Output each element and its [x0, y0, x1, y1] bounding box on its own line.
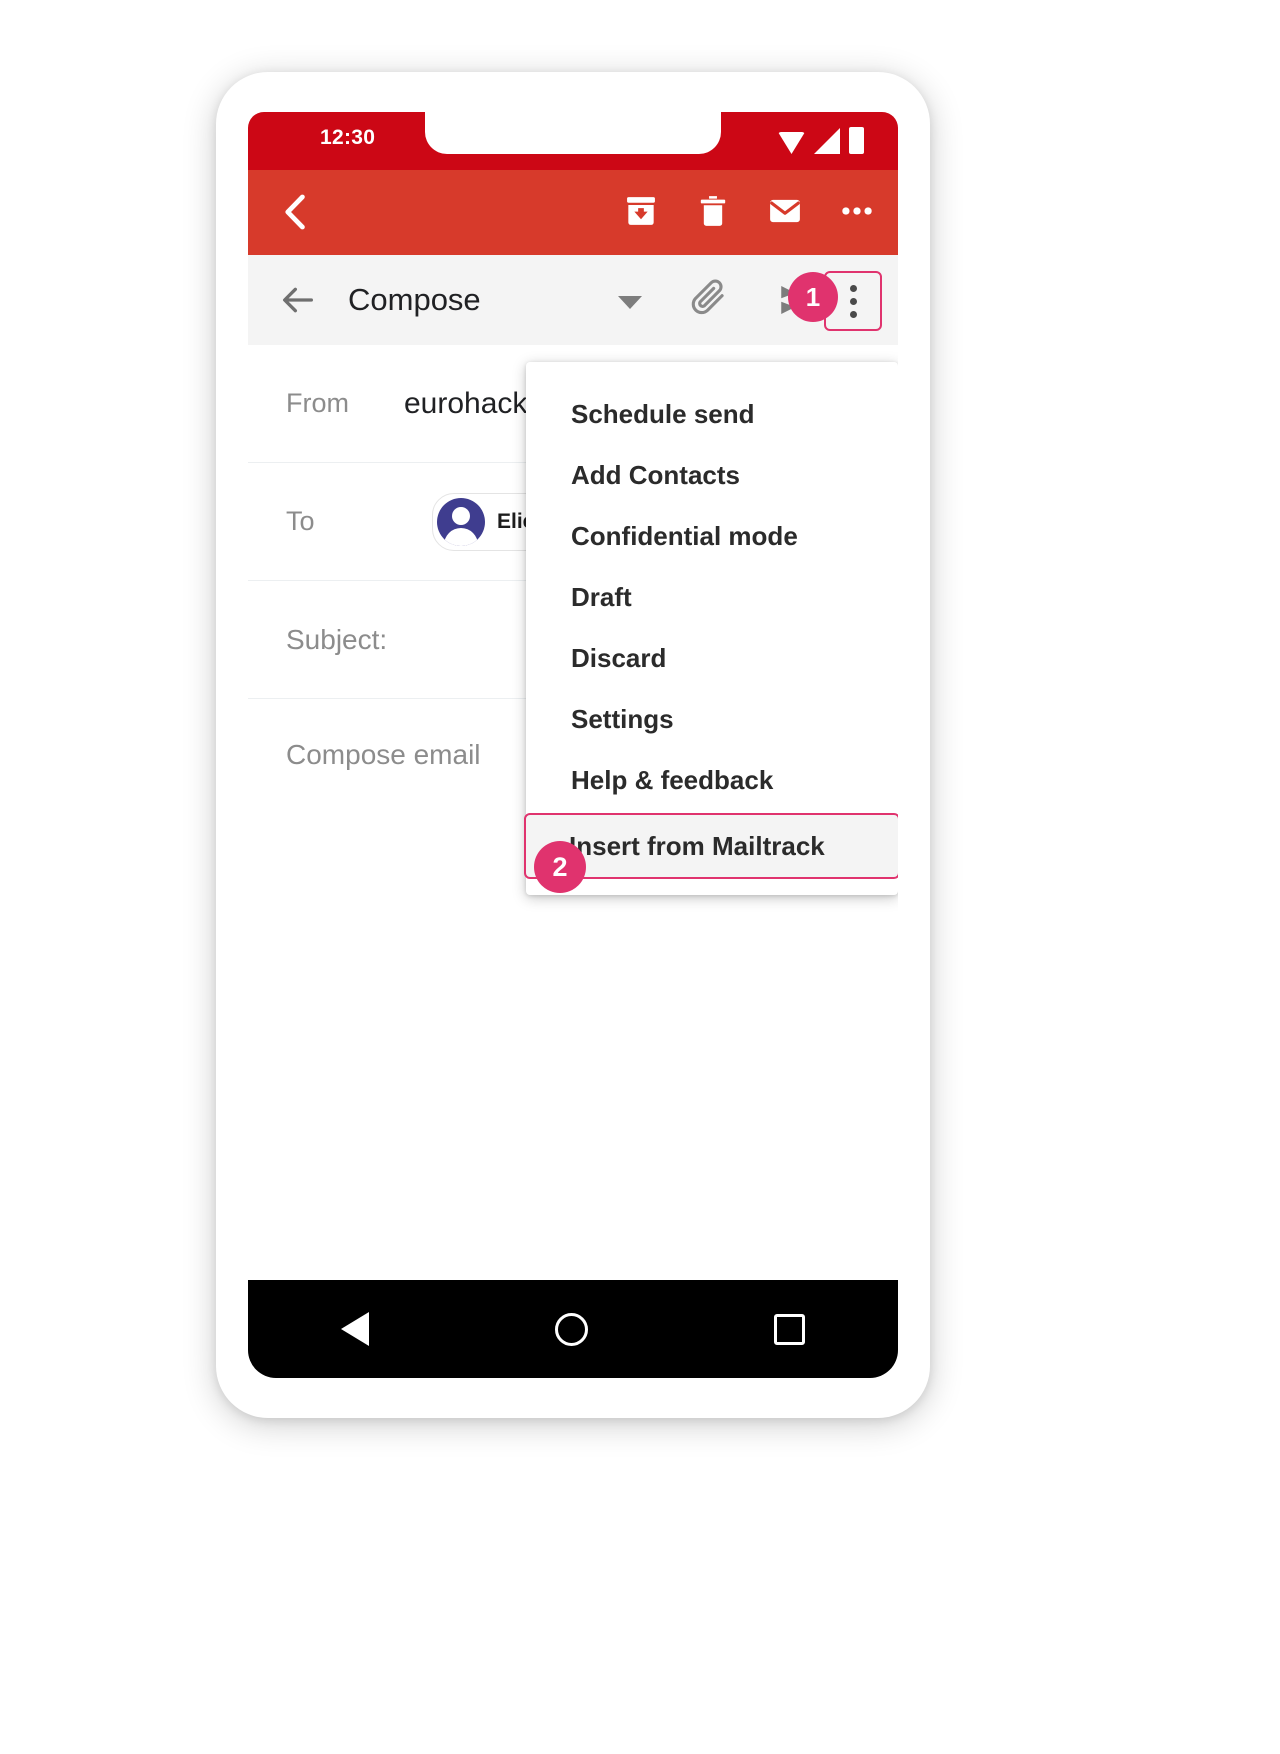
menu-item-help-feedback[interactable]: Help & feedback: [526, 750, 898, 811]
three-dot-vertical-icon: [849, 310, 857, 318]
menu-item-label: Discard: [571, 643, 667, 673]
red-toolbar-actions: [622, 192, 876, 230]
signal-icon: [814, 128, 840, 154]
overflow-dropdown-menu: Schedule send Add Contacts Confidential …: [524, 362, 898, 895]
menu-item-discard[interactable]: Discard: [526, 628, 898, 689]
phone-screen: 12:30 Compose 1 From eurohack To Subject…: [248, 112, 898, 1378]
red-app-toolbar: [248, 170, 898, 255]
menu-item-label: Confidential mode: [571, 521, 798, 551]
from-value: eurohack: [404, 386, 528, 420]
phone-frame: 12:30 Compose 1 From eurohack To Subject…: [216, 72, 930, 1418]
to-label: To: [286, 506, 315, 536]
status-icons: [778, 124, 864, 154]
step-badge-2: 2: [534, 841, 586, 893]
compose-header: Compose 1: [248, 255, 898, 345]
step-badge-1: 1: [788, 272, 838, 322]
trash-icon[interactable]: [694, 192, 732, 230]
mail-icon[interactable]: [766, 192, 804, 230]
subject-label: Subject:: [286, 623, 388, 655]
battery-icon: [849, 127, 864, 154]
display-notch: [425, 112, 721, 154]
menu-item-settings[interactable]: Settings: [526, 689, 898, 750]
menu-item-label: Draft: [571, 582, 632, 612]
chevron-down-icon[interactable]: [618, 296, 642, 309]
menu-item-confidential-mode[interactable]: Confidential mode: [526, 506, 898, 567]
menu-item-insert-from-mailtrack[interactable]: 2 Insert from Mailtrack: [524, 813, 898, 893]
arrow-left-icon[interactable]: [278, 280, 318, 320]
avatar: [437, 497, 485, 546]
menu-item-add-contacts[interactable]: Add Contacts: [526, 445, 898, 506]
menu-item-label: Settings: [571, 704, 674, 734]
menu-item-label: Help & feedback: [571, 765, 774, 795]
three-dot-vertical-icon: [849, 284, 857, 292]
back-chevron-icon[interactable]: [274, 190, 318, 234]
menu-item-label: Add Contacts: [571, 460, 740, 490]
paperclip-icon[interactable]: [688, 277, 732, 321]
menu-item-schedule-send[interactable]: Schedule send: [526, 384, 898, 445]
menu-item-label: Insert from Mailtrack: [569, 830, 825, 861]
status-bar: 12:30: [248, 112, 898, 170]
nav-recent-icon[interactable]: [774, 1313, 805, 1345]
nav-home-icon[interactable]: [555, 1312, 588, 1346]
status-time: 12:30: [320, 126, 376, 149]
menu-item-label: Schedule send: [571, 399, 755, 429]
android-nav-bar: [248, 1280, 898, 1378]
menu-item-draft[interactable]: Draft: [526, 567, 898, 628]
three-dot-vertical-icon: [849, 297, 857, 305]
more-horizontal-icon[interactable]: [838, 192, 876, 230]
wifi-icon: [778, 132, 805, 154]
page-title: Compose: [348, 282, 481, 317]
nav-back-icon[interactable]: [341, 1312, 369, 1346]
from-label: From: [286, 388, 349, 418]
archive-icon[interactable]: [622, 192, 660, 230]
